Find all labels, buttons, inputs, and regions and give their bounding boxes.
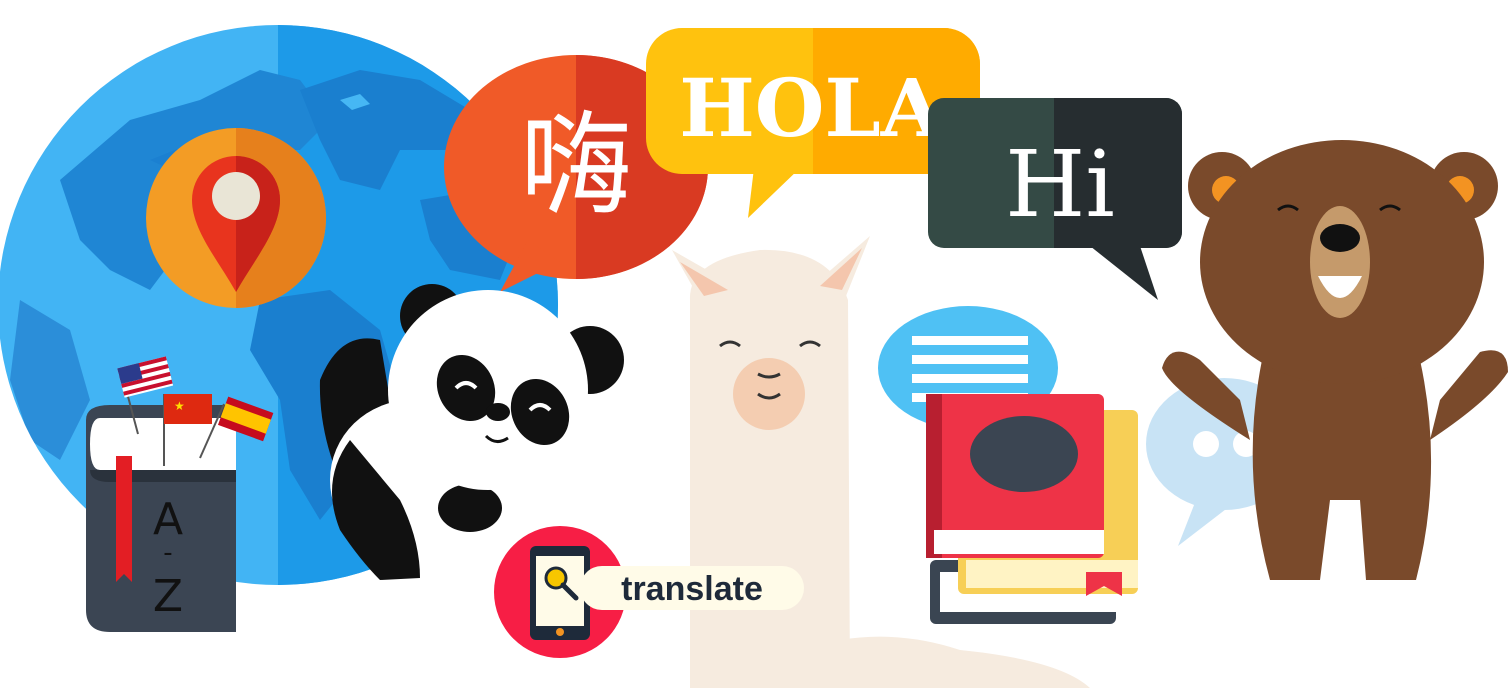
svg-text:★: ★	[174, 399, 185, 413]
chinese-greeting-text: 嗨	[520, 101, 632, 231]
dictionary-separator: -	[163, 538, 172, 568]
spanish-greeting-text: HOLA	[679, 61, 944, 155]
book-stack	[926, 394, 1138, 624]
language-learning-illustration: A - Z ★ 嗨 HOLA Hi translate	[0, 25, 1508, 688]
location-pin-icon	[146, 128, 326, 308]
english-speech-bubble: Hi	[928, 98, 1182, 300]
dictionary-bottom-letter: Z	[153, 571, 183, 622]
english-greeting-text: Hi	[1005, 131, 1115, 238]
translate-label: translate	[621, 570, 763, 608]
